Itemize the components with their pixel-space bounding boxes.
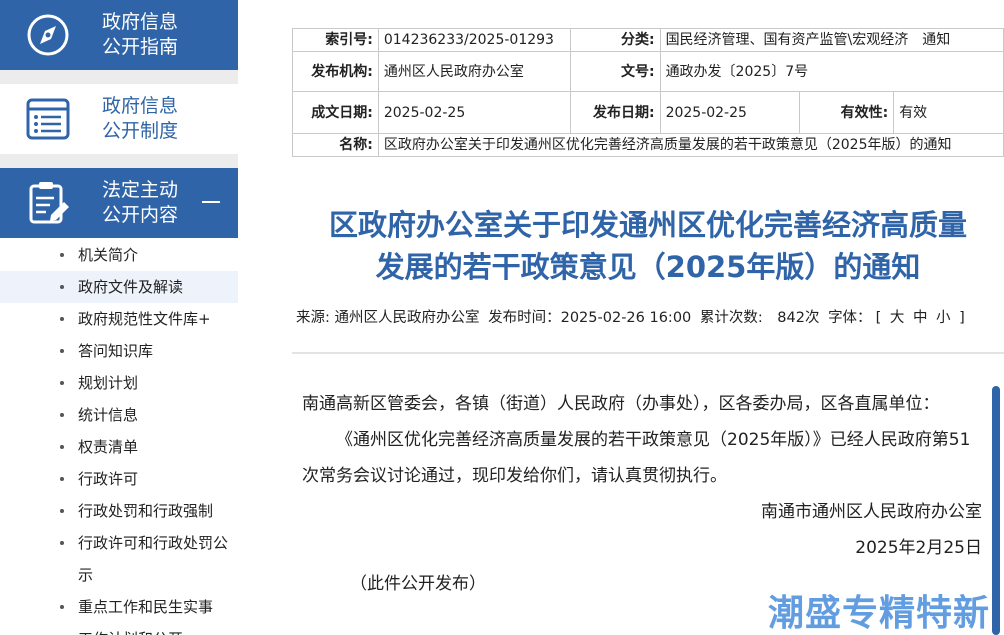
collapse-icon[interactable] [202, 201, 220, 203]
article-paragraph: 《通州区优化完善经济高质量发展的若干政策意见（2025年版）》已经人民政府第51… [302, 430, 971, 486]
published-value: 2025-02-25 [659, 91, 801, 134]
sidebar-subnav: 机关简介 政府文件及解读 政府规范性文件库+ 答问知识库 规划计划 统计信息 权… [0, 239, 238, 635]
article-signature: 南通市通州区人民政府办公室 [761, 502, 982, 522]
metadata-table: 索引号: 014236233/2025-01293 分类: 国民经济管理、国有资… [292, 28, 1004, 157]
index-label: 索引号: [292, 28, 379, 52]
separator [0, 154, 238, 168]
font-size-switch[interactable]: [ 大 中 小 ] [876, 310, 967, 326]
sidebar-item[interactable]: 行政处罚和行政强制 [0, 495, 238, 527]
sidebar-item[interactable]: 答问知识库 [0, 335, 238, 367]
article-info: 来源: 通州区人民政府办公室 发布时间：2025-02-26 16:00 累计次… [296, 306, 1004, 327]
nav-label: 政府信息 公开制度 [102, 95, 179, 142]
article-sign-date: 2025年2月25日 [855, 538, 982, 558]
sidebar-item-active[interactable]: 政府文件及解读 [0, 271, 238, 303]
nav-public-guide[interactable]: 政府信息 公开指南 [0, 0, 238, 70]
sidebar-item[interactable]: 政府规范性文件库+ [0, 303, 238, 335]
nav-label: 法定主动 公开内容 [102, 179, 179, 226]
nav-public-system[interactable]: 政府信息 公开制度 [0, 84, 238, 154]
sidebar-item[interactable]: 机关简介 [0, 239, 238, 271]
list-document-icon [26, 98, 70, 140]
nav-statutory-content[interactable]: 法定主动 公开内容 [0, 168, 238, 238]
validity-label: 有效性: [799, 91, 895, 134]
sidebar-item[interactable]: 规划计划 [0, 367, 238, 399]
issuer-value: 通州区人民政府办公室 [377, 51, 571, 92]
divider [292, 352, 1004, 354]
docno-label: 文号: [569, 51, 661, 92]
docno-value: 通政办发〔2025〕7号 [659, 51, 1004, 92]
separator [0, 70, 238, 84]
scrollbar[interactable] [992, 386, 1000, 635]
created-label: 成文日期: [292, 91, 379, 134]
article-body: 南通高新区管委会，各镇（街道）人民政府（办事处），区各委办局，区各直属单位： 《… [302, 386, 984, 602]
category-value: 国民经济管理、国有资产监管\宏观经济 通知 [659, 28, 1004, 52]
watermark: 潮盛专精特新 [768, 593, 991, 634]
sidebar-item[interactable]: 统计信息 [0, 399, 238, 431]
name-value: 区政府办公室关于印发通州区优化完善经济高质量发展的若干政策意见（2025年版）的… [377, 133, 1004, 157]
article-addressee: 南通高新区管委会，各镇（街道）人民政府（办事处），区各委办局，区各直属单位： [302, 394, 940, 414]
nav-label: 政府信息 公开指南 [102, 11, 179, 58]
article-title: 区政府办公室关于印发通州区优化完善经济高质量 发展的若干政策意见（2025年版）… [328, 208, 967, 284]
article-source: 来源: 通州区人民政府办公室 [296, 310, 480, 326]
sidebar-item[interactable]: 行政许可和行政处罚公示 [0, 527, 238, 591]
published-label: 发布日期: [569, 91, 661, 134]
sidebar: 政府信息 公开指南 政府信息 公开制度 法定主动 公开内容 机关简介 政府文件及… [0, 0, 238, 635]
sidebar-item[interactable]: 工作计划和公开 [0, 623, 238, 635]
issuer-label: 发布机构: [292, 51, 379, 92]
created-value: 2025-02-25 [377, 91, 571, 134]
name-label: 名称: [292, 133, 379, 157]
compass-icon [27, 14, 69, 56]
validity-value: 有效 [893, 91, 1004, 134]
font-size-label: 字体： [828, 310, 872, 326]
clipboard-edit-icon [29, 182, 69, 224]
category-label: 分类: [569, 28, 661, 52]
index-value: 014236233/2025-01293 [377, 28, 571, 52]
sidebar-item[interactable]: 权责清单 [0, 431, 238, 463]
article-views: 累计次数: 842次 [699, 310, 820, 326]
main-content: 索引号: 014236233/2025-01293 分类: 国民经济管理、国有资… [262, 0, 1004, 635]
article-publish-time: 发布时间：2025-02-26 16:00 [488, 310, 692, 326]
sidebar-item[interactable]: 行政许可 [0, 463, 238, 495]
sidebar-item[interactable]: 重点工作和民生实事 [0, 591, 238, 623]
